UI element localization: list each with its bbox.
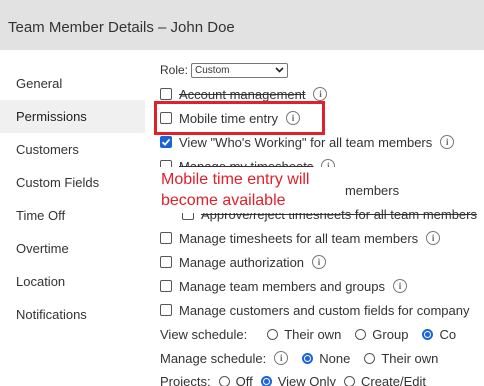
manage-timesheets-all-checkbox[interactable] xyxy=(160,232,172,244)
radio-button[interactable] xyxy=(364,352,376,364)
option-label: Create/Edit xyxy=(360,373,427,386)
info-icon[interactable]: i xyxy=(392,279,407,293)
permission-label: Manage timesheets for all team members xyxy=(179,230,419,246)
permission-view-whos-working[interactable]: View "Who's Working" for all team member… xyxy=(160,132,455,152)
annotation-callout: Mobile time entry will become available xyxy=(155,167,341,213)
option-label: Off xyxy=(235,373,253,386)
option-label: Group xyxy=(372,326,409,342)
manage-schedule-option-their-own[interactable]: Their own xyxy=(364,351,438,366)
projects-option-off[interactable]: Off xyxy=(218,373,253,386)
account-management-checkbox[interactable] xyxy=(160,88,172,100)
info-icon[interactable]: i xyxy=(312,255,327,269)
manage-schedule-row: Manage schedule: i None Their own xyxy=(160,348,438,368)
nav-item-time-off[interactable]: Time Off xyxy=(0,199,145,232)
view-schedule-label: View schedule: xyxy=(160,326,248,342)
option-label: None xyxy=(319,350,351,366)
projects-label: Projects: xyxy=(160,373,211,386)
role-label: Role: xyxy=(160,63,189,77)
radio-button[interactable] xyxy=(422,328,434,340)
permission-label: Manage customers and custom fields for c… xyxy=(179,302,470,318)
projects-row: Projects: Off View Only Create/Edit xyxy=(160,371,426,386)
nav-item-location[interactable]: Location xyxy=(0,265,145,298)
view-schedule-row: View schedule: Their own Group Co xyxy=(160,324,456,344)
option-label: Co xyxy=(439,326,457,342)
nav-item-overtime[interactable]: Overtime xyxy=(0,232,145,265)
radio-button[interactable] xyxy=(355,328,367,340)
nav-item-customers[interactable]: Customers xyxy=(0,133,145,166)
radio-button[interactable] xyxy=(267,328,279,340)
radio-button[interactable] xyxy=(343,375,355,386)
role-select[interactable]: Custom xyxy=(191,62,289,78)
sidebar-nav: General Permissions Customers Custom Fie… xyxy=(0,67,145,331)
option-label: View Only xyxy=(277,373,336,386)
nav-item-general[interactable]: General xyxy=(0,67,145,100)
projects-option-create-edit[interactable]: Create/Edit xyxy=(343,373,427,386)
highlight-box xyxy=(154,101,325,135)
permission-manage-customers[interactable]: Manage customers and custom fields for c… xyxy=(160,300,469,320)
view-schedule-option-their-own[interactable]: Their own xyxy=(267,327,341,342)
info-icon[interactable]: i xyxy=(440,135,455,149)
nav-item-notifications[interactable]: Notifications xyxy=(0,298,145,331)
radio-button[interactable] xyxy=(302,352,314,364)
info-icon[interactable]: i xyxy=(274,351,289,365)
view-whos-working-checkbox[interactable] xyxy=(160,136,172,148)
manage-customers-checkbox[interactable] xyxy=(160,304,172,316)
info-icon[interactable]: i xyxy=(313,87,328,101)
permission-label: View "Who's Working" for all team member… xyxy=(179,134,433,150)
manage-schedule-option-none[interactable]: None xyxy=(302,351,350,366)
radio-button[interactable] xyxy=(260,375,272,386)
nav-item-custom-fields[interactable]: Custom Fields xyxy=(0,166,145,199)
option-label: Their own xyxy=(284,326,342,342)
permission-label: Account management xyxy=(179,86,306,102)
radio-button[interactable] xyxy=(218,375,230,386)
view-schedule-option-company[interactable]: Co xyxy=(422,327,456,342)
manage-authorization-checkbox[interactable] xyxy=(160,256,172,268)
permission-manage-timesheets-all[interactable]: Manage timesheets for all team members i xyxy=(160,228,441,248)
nav-item-permissions[interactable]: Permissions xyxy=(0,100,145,133)
projects-option-view-only[interactable]: View Only xyxy=(260,373,336,386)
info-icon[interactable]: i xyxy=(426,231,441,245)
role-select-value: Custom xyxy=(195,64,230,76)
permission-label: Manage team members and groups xyxy=(179,278,385,294)
option-label: Their own xyxy=(381,350,439,366)
role-row: Role: Custom xyxy=(160,60,289,80)
manage-schedule-label: Manage schedule: xyxy=(160,350,267,366)
view-schedule-option-group[interactable]: Group xyxy=(355,327,408,342)
manage-team-members-checkbox[interactable] xyxy=(160,280,172,292)
checkmark-icon xyxy=(161,138,171,146)
permission-label: Manage authorization xyxy=(179,254,305,270)
permission-manage-authorization[interactable]: Manage authorization i xyxy=(160,252,327,272)
permission-manage-team-members[interactable]: Manage team members and groups i xyxy=(160,276,407,296)
chevron-down-icon xyxy=(275,67,284,73)
